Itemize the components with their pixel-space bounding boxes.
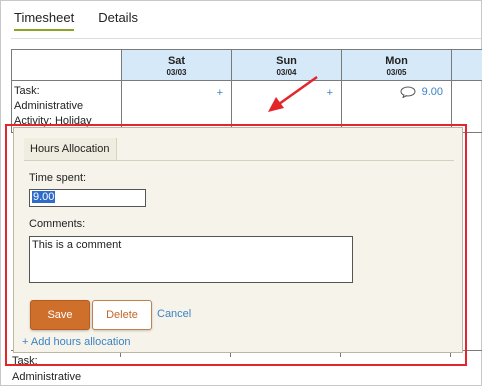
tab-divider [11,38,481,39]
day-label: Mon [385,54,408,67]
hours-entry[interactable]: 9.00 [400,86,443,98]
task-line: Administrative [12,371,82,383]
header-day-mon: Mon 03/05 [341,49,452,81]
hours-allocation-popup: Hours Allocation Time spent: 9.00 Commen… [13,127,463,353]
header-empty [11,49,122,81]
tab-timesheet[interactable]: Timesheet [14,10,75,31]
add-hours-allocation-link[interactable]: + Add hours allocation [22,336,131,348]
tab-bar: Timesheet Details [14,10,138,31]
popup-title: Hours Allocation [24,138,117,160]
header-day-next [451,49,482,81]
day-cell-sun[interactable]: + [231,80,342,133]
delete-button[interactable]: Delete [92,300,152,330]
save-button[interactable]: Save [30,300,90,330]
date-label: 03/05 [386,67,407,77]
comments-label: Comments: [29,218,86,230]
add-hours-button[interactable]: + [217,87,223,99]
tab-details[interactable]: Details [98,10,138,31]
timesheet-grid: Sat 03/03 Sun 03/04 Mon 03/05 Task: Admi… [11,49,482,133]
hours-value[interactable]: 9.00 [422,86,443,98]
task-line: Administrative [14,100,84,112]
task-line: Task: [14,85,40,97]
table-row: Task: Administrative Activity: Holiday +… [11,80,482,133]
task-cell: Task: Administrative Activity: Holiday [11,80,122,133]
time-spent-input[interactable]: 9.00 [29,189,146,207]
popup-divider [24,160,454,161]
time-spent-label: Time spent: [29,172,87,184]
task-line: Task: [12,355,38,367]
header-day-sat: Sat 03/03 [121,49,232,81]
day-cell-sat[interactable]: + [121,80,232,133]
comments-textarea[interactable]: This is a comment [29,236,353,283]
time-spent-value[interactable]: 9.00 [32,191,56,203]
comment-icon[interactable] [400,86,416,98]
header-day-sun: Sun 03/04 [231,49,342,81]
date-label: 03/04 [276,67,297,77]
date-label: 03/03 [166,67,187,77]
day-cell-next[interactable] [451,80,482,133]
add-hours-button[interactable]: + [327,87,333,99]
day-label: Sun [276,54,297,67]
cancel-link[interactable]: Cancel [157,308,191,320]
task-cell: Task: Administrative [12,353,81,385]
timesheet-window: Timesheet Details Sat 03/03 Sun 03/04 Mo… [0,0,482,386]
day-cell-mon[interactable]: 9.00 [341,80,452,133]
day-label: Sat [167,54,186,67]
table-row: Task: Administrative [11,350,482,386]
